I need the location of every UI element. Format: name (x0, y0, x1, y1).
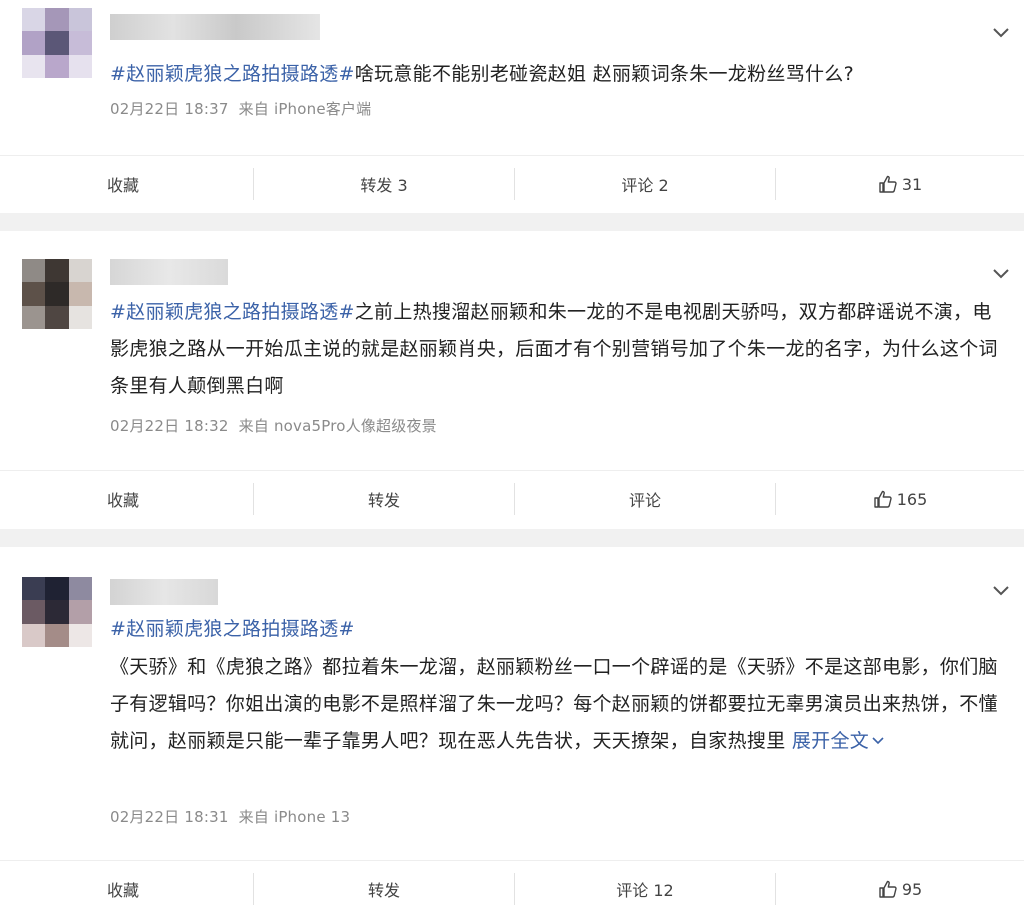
post-card: #赵丽颖虎狼之路拍摄路透#之前上热搜溜赵丽颖和朱一龙的不是电视剧天骄吗，双方都辟… (0, 231, 1024, 529)
chevron-down-icon[interactable] (990, 263, 1012, 285)
chevron-down-icon (872, 737, 884, 745)
post-source: 来自 nova5Pro人像超级夜景 (238, 417, 437, 435)
collect-button[interactable]: 收藏 (0, 861, 253, 917)
like-button[interactable]: 31 (776, 156, 1024, 212)
username-blurred[interactable] (110, 259, 228, 285)
post-text: 《天骄》和《虎狼之路》都拉着朱一龙溜，赵丽颖粉丝一口一个辟谣的是《天骄》不是这部… (110, 649, 1010, 760)
like-count: 31 (901, 174, 923, 194)
like-button[interactable]: 95 (776, 861, 1024, 917)
expand-full-text-link[interactable]: 展开全文 (792, 730, 885, 752)
comment-label: 评论 2 (621, 176, 669, 195)
thumbs-up-icon (879, 175, 897, 193)
post-card: #赵丽颖虎狼之路拍摄路透#啥玩意能不能别老碰瓷赵姐 赵丽颖词条朱一龙粉丝骂什么?… (0, 0, 1024, 213)
thumbs-up-icon (879, 880, 897, 898)
post-card: #赵丽颖虎狼之路拍摄路透# 《天骄》和《虎狼之路》都拉着朱一龙溜，赵丽颖粉丝一口… (0, 547, 1024, 922)
post-date[interactable]: 02月22日 18:32 (110, 417, 229, 435)
hashtag-link[interactable]: #赵丽颖虎狼之路拍摄路透# (110, 301, 355, 323)
post-text: #赵丽颖虎狼之路拍摄路透#啥玩意能不能别老碰瓷赵姐 赵丽颖词条朱一龙粉丝骂什么? (110, 56, 1010, 93)
like-count: 95 (901, 879, 923, 899)
username-blurred[interactable] (110, 579, 218, 605)
post-meta: 02月22日 18:31 来自 iPhone 13 (110, 806, 350, 827)
comment-button[interactable]: 评论 2 (515, 156, 775, 212)
post-text: #赵丽颖虎狼之路拍摄路透#之前上热搜溜赵丽颖和朱一龙的不是电视剧天骄吗，双方都辟… (110, 294, 1010, 405)
hashtag-link[interactable]: #赵丽颖虎狼之路拍摄路透# (110, 618, 355, 640)
repost-button[interactable]: 转发 3 (254, 156, 514, 212)
collect-label: 收藏 (107, 881, 140, 900)
post-meta: 02月22日 18:37 来自 iPhone客户端 (110, 98, 371, 119)
avatar[interactable] (22, 259, 92, 329)
post-source: 来自 iPhone客户端 (238, 100, 372, 118)
like-button[interactable]: 165 (776, 471, 1024, 527)
post-date[interactable]: 02月22日 18:37 (110, 100, 229, 118)
comment-button[interactable]: 评论 12 (515, 861, 775, 917)
post-date[interactable]: 02月22日 18:31 (110, 808, 229, 826)
collect-button[interactable]: 收藏 (0, 156, 253, 212)
comment-label: 评论 12 (616, 881, 674, 900)
post-meta: 02月22日 18:32 来自 nova5Pro人像超级夜景 (110, 415, 437, 436)
repost-button[interactable]: 转发 (254, 471, 514, 527)
avatar[interactable] (22, 577, 92, 647)
post-body: 啥玩意能不能别老碰瓷赵姐 赵丽颖词条朱一龙粉丝骂什么? (354, 63, 854, 85)
like-count: 165 (896, 489, 928, 509)
repost-label: 转发 3 (360, 176, 408, 195)
avatar[interactable] (22, 8, 92, 78)
repost-label: 转发 (367, 491, 400, 510)
chevron-down-icon[interactable] (990, 22, 1012, 44)
post-hashtag-line: #赵丽颖虎狼之路拍摄路透# (110, 611, 1010, 648)
repost-button[interactable]: 转发 (254, 861, 514, 917)
action-bar: 收藏 转发 3 评论 2 31 (0, 155, 1024, 212)
repost-label: 转发 (367, 881, 400, 900)
chevron-down-icon[interactable] (990, 580, 1012, 602)
collect-label: 收藏 (107, 176, 140, 195)
collect-label: 收藏 (107, 491, 140, 510)
comment-button[interactable]: 评论 (515, 471, 775, 527)
hashtag-link[interactable]: #赵丽颖虎狼之路拍摄路透# (110, 63, 355, 85)
username-blurred[interactable] (110, 14, 320, 40)
thumbs-up-icon (874, 490, 892, 508)
post-source: 来自 iPhone 13 (238, 808, 351, 826)
collect-button[interactable]: 收藏 (0, 471, 253, 527)
comment-label: 评论 (628, 491, 661, 510)
action-bar: 收藏 转发 评论 165 (0, 470, 1024, 527)
action-bar: 收藏 转发 评论 12 95 (0, 860, 1024, 917)
